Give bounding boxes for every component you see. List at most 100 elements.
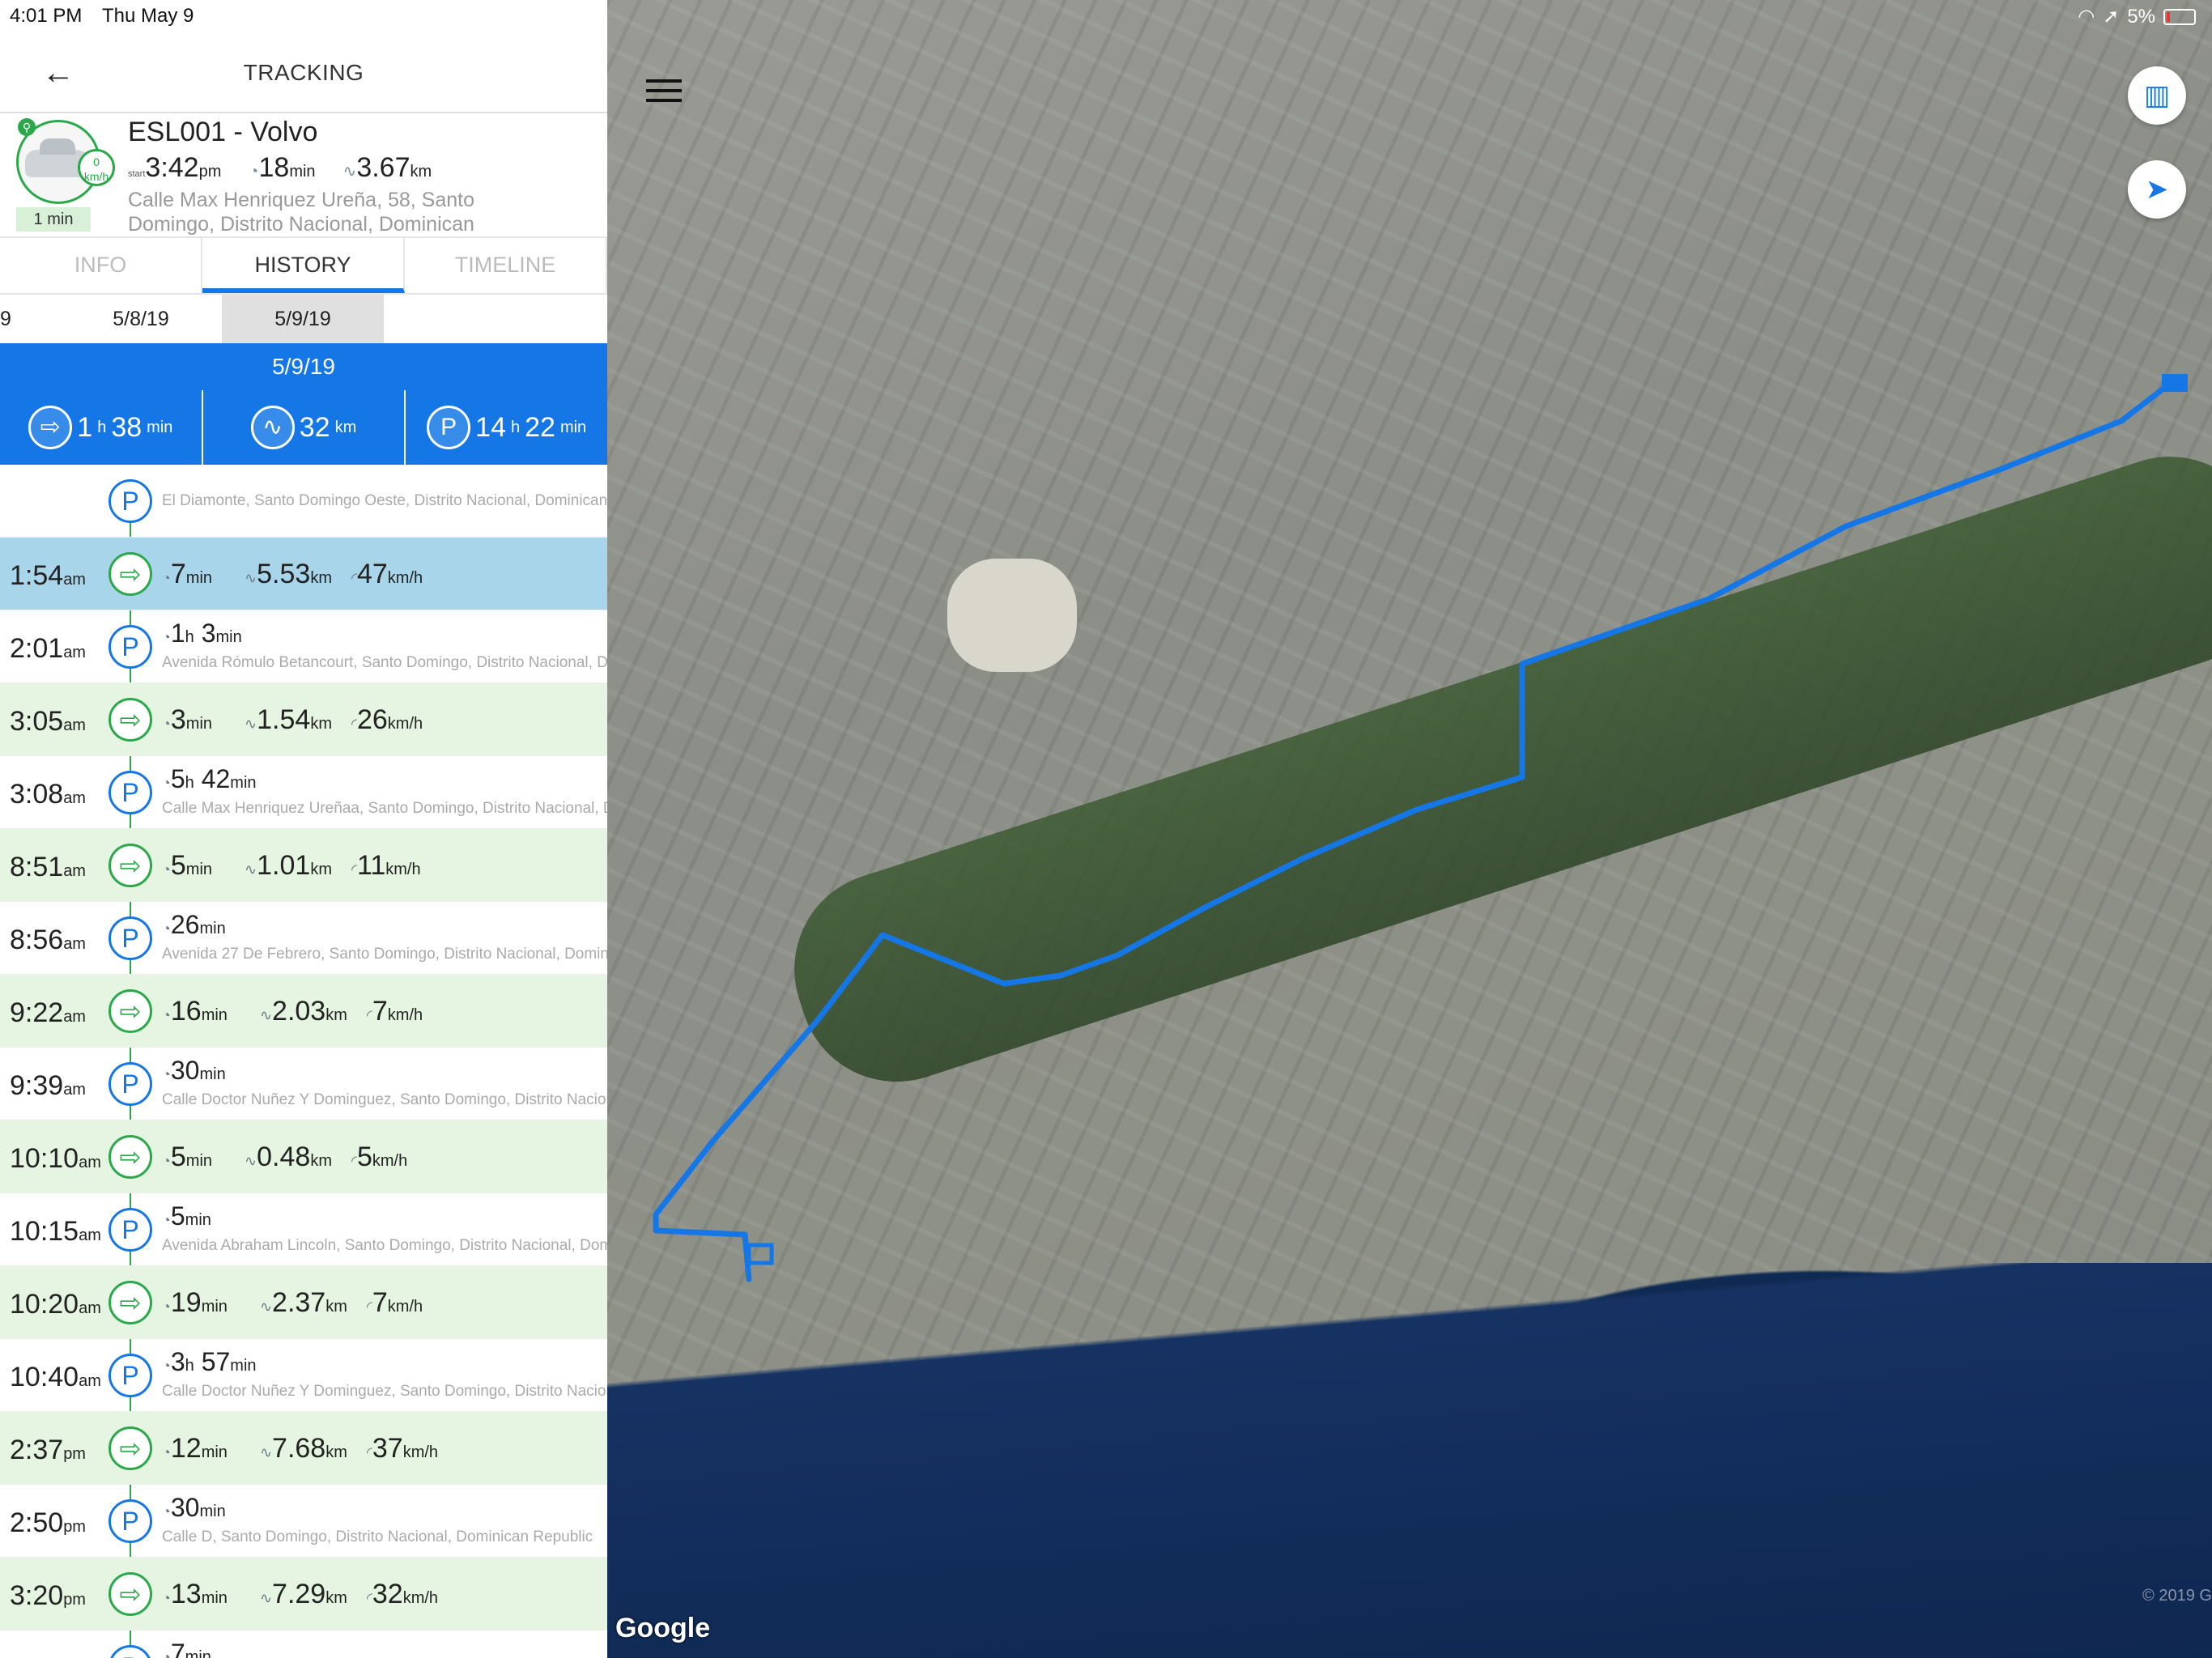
status-right: ◠ ➚ 5% (2078, 5, 2196, 28)
history-row-parking[interactable]: 3:34pm P ◔7min (0, 1630, 607, 1658)
history-row-drive[interactable]: 3:05am ⇨ ◔3min ∿1.54km ◜26km/h (0, 683, 607, 756)
tab-history[interactable]: HISTORY (202, 238, 405, 293)
unit-h: h (97, 418, 107, 436)
unit-speed: km/h (387, 569, 423, 587)
history-row-drive[interactable]: 3:20pm ⇨ ◔13min ∿7.29km ◜32km/h (0, 1558, 607, 1630)
speed-icon: ◜ (366, 1444, 372, 1460)
map-copyright: © 2019 G (2142, 1587, 2212, 1605)
duration-unit: min (289, 163, 316, 181)
start-time: 3:42 (145, 152, 199, 183)
row-time: 8:56am (10, 925, 86, 955)
drive-arrow-icon: ⇨ (108, 552, 152, 596)
unit-min: min (185, 861, 213, 878)
clock-icon: ◔ (162, 1358, 171, 1374)
parking-duration: ◔1h 3min (162, 619, 242, 648)
history-row-parking[interactable]: 3:08am P ◔5h 42min Calle Max Henriquez Ureñ… (0, 756, 607, 829)
history-row-parking[interactable]: 8:56am P ◔26min Avenida 27 De Febrero, Sant… (0, 902, 607, 975)
history-row-drive[interactable]: 9:22am ⇨ ◔16min ∿2.03km ◜7km/h (0, 975, 607, 1048)
drive-stats: ◔12min ∿7.68km ◜37km/h (162, 1433, 438, 1465)
clock-icon: ◔ (162, 1066, 171, 1082)
route-icon: ∿ (259, 1007, 273, 1023)
drive-speed: 26 (356, 704, 388, 735)
drive-duration: 12 (170, 1433, 202, 1464)
summary-drive-time: ⇨ 1h 38 min (0, 390, 203, 465)
row-time: 1:54am (10, 560, 86, 591)
history-row-drive[interactable]: 1:54am ⇨ ◔7min ∿5.53km ◜47km/h (0, 538, 607, 610)
history-row-drive[interactable]: 10:20am ⇨ ◔19min ∿2.37km ◜7km/h (0, 1266, 607, 1339)
drive-duration: 5 (170, 1141, 186, 1172)
search-icon: ⚲ (18, 118, 36, 136)
drive-speed: 47 (356, 559, 388, 589)
date-item-selected[interactable]: 5/9/19 (222, 295, 384, 343)
clock-icon: ◔ (162, 716, 171, 732)
page-title: TRACKING (243, 60, 364, 85)
drive-distance: 0.48 (257, 1141, 311, 1172)
history-row-drive[interactable]: 8:51am ⇨ ◔5min ∿1.01km ◜11km/h (0, 829, 607, 902)
row-time: 8:51am (10, 852, 86, 882)
hamburger-menu-icon[interactable] (646, 79, 682, 108)
map-layers-icon: ▥ (2143, 80, 2171, 111)
route-svg (653, 374, 2188, 1282)
history-row-drive[interactable]: 2:37pm ⇨ ◔12min ∿7.68km ◜37km/h (0, 1412, 607, 1485)
trip-duration: ◔18min (249, 152, 315, 184)
history-row-parking[interactable]: 2:01am P ◔1h 3min Avenida Rómulo Betancourt… (0, 610, 607, 683)
drive-arrow-icon: ⇨ (108, 989, 152, 1033)
speed-value: 0 (93, 155, 100, 168)
trip-start: start3:42pm (128, 152, 221, 184)
unit-speed: km/h (402, 1589, 439, 1607)
history-row-drive[interactable]: 10:10am ⇨ ◔5min ∿0.48km ◜5km/h (0, 1120, 607, 1193)
row-time: 2:37pm (10, 1435, 86, 1465)
drive-stats: ◔7min ∿5.53km ◜47km/h (162, 559, 423, 590)
parking-icon: P (108, 1208, 152, 1252)
row-time: 10:20am (10, 1289, 101, 1320)
locate-button[interactable]: ➤ (2128, 160, 2186, 219)
history-row-parking[interactable]: 2:50pm P ◔30min Calle D, Santo Domingo, Dis… (0, 1485, 607, 1558)
drive-stats: ◔19min ∿2.37km ◜7km/h (162, 1287, 423, 1319)
unit-km: km (325, 1006, 347, 1024)
drive-distance: 1.54 (257, 704, 311, 735)
stop-address: Calle Max Henriquez Ureñaa, Santo Doming… (162, 800, 607, 817)
drive-speed: 32 (372, 1579, 403, 1609)
status-time: 4:01 PM (10, 5, 83, 27)
history-row-start[interactable]: P El Diamonte, Santo Domingo Oeste, Dist… (0, 465, 607, 538)
stop-address: Calle Doctor Nuñez Y Dominguez, Santo Do… (162, 1091, 607, 1108)
tab-info[interactable]: INFO (0, 238, 202, 293)
satellite-map[interactable]: ▥ ➤ Google © 2019 G (607, 0, 2212, 1658)
route-icon: ∿ (342, 163, 357, 181)
drive-distance: 1.01 (257, 850, 311, 881)
clock-icon: ◔ (162, 861, 171, 878)
drive-duration: 19 (170, 1287, 202, 1318)
parking-icon: P (427, 406, 471, 449)
summary-drive-minutes: 38 (111, 411, 143, 443)
unit-km: km (310, 715, 332, 733)
drive-stats: ◔5min ∿1.01km ◜11km/h (162, 850, 421, 882)
map-layers-button[interactable]: ▥ (2128, 66, 2186, 125)
vehicle-card[interactable]: ⚲ 0 km/h 1 min ESL001 - Volvo start3:42p… (0, 113, 607, 236)
history-row-parking[interactable]: 10:40am P ◔3h 57min Calle Doctor Nuñez Y Do… (0, 1339, 607, 1412)
unit-h: h (511, 418, 521, 436)
speed-unit: km/h (83, 170, 109, 183)
status-bar: 4:01 PM Thu May 9 ◠ ➚ 5% (0, 0, 2212, 32)
date-item[interactable]: 5/8/19 (60, 295, 222, 343)
date-strip: 9 5/8/19 5/9/19 (0, 295, 607, 343)
drive-speed: 7 (372, 996, 388, 1027)
parking-icon: P (108, 1645, 152, 1658)
row-time: 10:10am (10, 1143, 101, 1174)
date-item[interactable]: 9 (0, 295, 60, 343)
drive-distance: 7.68 (272, 1433, 326, 1464)
drive-speed: 7 (372, 1287, 388, 1318)
parking-duration: ◔30min (162, 1493, 226, 1522)
route-icon: ∿ (250, 406, 295, 449)
history-row-parking[interactable]: 9:39am P ◔30min Calle Doctor Nuñez Y Doming… (0, 1048, 607, 1120)
vehicle-title: ESL001 - Volvo (128, 117, 318, 147)
history-row-parking[interactable]: 10:15am P ◔5min Avenida Abraham Lincoln, Sa… (0, 1193, 607, 1266)
drive-stats: ◔16min ∿2.03km ◜7km/h (162, 996, 423, 1027)
tab-timeline[interactable]: TIMELINE (405, 238, 607, 293)
speed-icon: ◜ (351, 716, 357, 732)
distance-unit: km (410, 163, 432, 181)
speed-icon: ◜ (366, 1299, 372, 1315)
drive-arrow-icon: ⇨ (28, 406, 73, 449)
vehicle-trip-stats: start3:42pm ◔18min ∿3.67km (128, 152, 432, 184)
google-logo: Google (615, 1613, 711, 1643)
unit-min: min (201, 1006, 228, 1024)
